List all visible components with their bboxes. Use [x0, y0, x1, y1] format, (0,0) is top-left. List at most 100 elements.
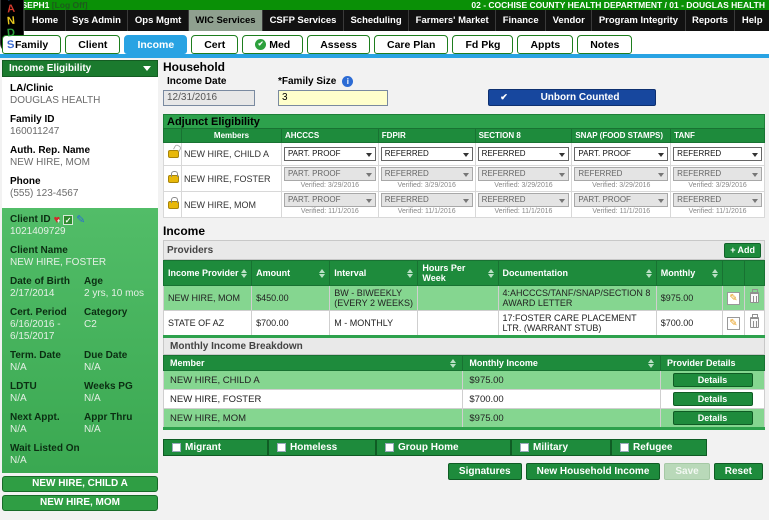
tab-care-plan[interactable]: Care Plan [374, 35, 449, 54]
menu-item-reports[interactable]: Reports [684, 10, 735, 31]
verified-date: Verified: 3/29/2016 [494, 182, 553, 189]
lock-closed-icon[interactable] [168, 170, 179, 183]
lock-open-icon[interactable] [168, 150, 179, 158]
tab-appts[interactable]: Appts [517, 35, 574, 54]
tab-assess[interactable]: Assess [307, 35, 370, 54]
tabbar: Family Client Income Cert ✔ Med Assess C… [0, 31, 769, 54]
medical-alert-icon[interactable]: ♥ + [54, 215, 61, 226]
log-off-link[interactable]: [Log Off] [52, 0, 88, 10]
menu-item-vendor[interactable]: Vendor [545, 10, 591, 31]
verified-check-icon[interactable]: ✓ [63, 215, 74, 225]
provider-interval: M - MONTHLY [329, 310, 419, 337]
checkbox-homeless[interactable]: Homeless [268, 439, 376, 456]
checkbox-icon [385, 443, 394, 452]
due-date-value: N/A [84, 362, 101, 373]
sort-icon[interactable] [645, 268, 652, 278]
col-ahcccs: AHCCCS [280, 128, 379, 143]
menu-item-ops-mgmt[interactable]: Ops Mgmt [127, 10, 187, 31]
provider-amount: $450.00 [251, 285, 331, 311]
checkbox-refugee[interactable]: Refugee [611, 439, 707, 456]
tanf-select[interactable]: REFERRED [673, 147, 762, 161]
household-heading: Household [163, 60, 225, 74]
ahcccs-select[interactable]: PART. PROOF [283, 147, 376, 161]
details-button[interactable]: Details [672, 392, 753, 406]
details-button[interactable]: Details [672, 373, 753, 387]
col-monthly[interactable]: Monthly [661, 268, 696, 278]
appr-thru-label: Appr Thru [84, 412, 133, 423]
checkbox-military[interactable]: Military [511, 439, 611, 456]
breakdown-monthly: $975.00 [462, 408, 662, 429]
reset-button[interactable]: Reset [713, 463, 763, 480]
checkbox-group-home[interactable]: Group Home [376, 439, 511, 456]
member-button-mom[interactable]: NEW HIRE, MOM [2, 495, 158, 511]
unborn-counted-button[interactable]: ✔ Unborn Counted [488, 89, 656, 106]
col-monthly-income[interactable]: Monthly Income [469, 358, 538, 368]
menu-item-finance[interactable]: Finance [495, 10, 545, 31]
auth-rep-label: Auth. Rep. Name [10, 145, 91, 156]
weeks-pg-value: N/A [84, 393, 101, 404]
menu-item-home[interactable]: Home [24, 10, 64, 31]
details-button[interactable]: Details [672, 411, 753, 425]
sort-icon[interactable] [487, 268, 494, 278]
trash-icon[interactable] [749, 288, 759, 303]
menu-item-sys-admin[interactable]: Sys Admin [64, 10, 128, 31]
client-info-panel: Client ID ♥ + ✓ ✎ 1021409729 Client Name … [2, 208, 158, 473]
menu-item-scheduling[interactable]: Scheduling [342, 10, 408, 31]
main-content: Household Income Date *Family Size i ✔ U… [162, 60, 766, 480]
la-clinic-label: LA/Clinic [10, 83, 54, 94]
col-income-provider[interactable]: Income Provider [168, 268, 239, 278]
edit-icon[interactable]: ✎ [726, 316, 740, 330]
sort-icon[interactable] [711, 268, 718, 278]
signatures-button[interactable]: Signatures [447, 463, 522, 480]
agency-location: 02 - COCHISE COUNTY HEALTH DEPARTMENT / … [471, 0, 765, 10]
edit-icon[interactable]: ✎ [726, 291, 740, 305]
trash-icon[interactable] [749, 313, 759, 328]
snap-select[interactable]: PART. PROOF [574, 147, 669, 161]
tab-fd-pkg[interactable]: Fd Pkg [452, 35, 514, 54]
category-value: C2 [84, 319, 97, 330]
col-snap: SNAP (FOOD STAMPS) [571, 128, 672, 143]
client-name-label: Client Name [10, 245, 68, 256]
tab-cert[interactable]: Cert [191, 35, 239, 54]
provider-row: STATE OF AZ $700.00 M - MONTHLY 17:FOSTE… [162, 310, 766, 337]
menu-item-wic-services[interactable]: WIC Services [187, 10, 263, 31]
lock-closed-icon[interactable] [168, 196, 179, 209]
add-provider-button[interactable]: + Add [724, 242, 761, 258]
col-member[interactable]: Member [170, 358, 205, 368]
edit-client-icon[interactable]: ✎ [76, 215, 85, 226]
menu-item-farmers-market[interactable]: Farmers' Market [408, 10, 495, 31]
new-household-income-button[interactable]: New Household Income [525, 463, 661, 480]
sort-icon[interactable] [407, 268, 414, 278]
checkbox-migrant[interactable]: Migrant [163, 439, 268, 456]
section8-select[interactable]: REFERRED [477, 147, 570, 161]
tab-income[interactable]: Income [124, 35, 188, 54]
col-hours[interactable]: Hours Per Week [422, 263, 485, 283]
member-button-child-a[interactable]: NEW HIRE, CHILD A [2, 476, 158, 492]
client-id-label: Client ID [10, 214, 51, 225]
tab-notes[interactable]: Notes [577, 35, 633, 54]
col-interval[interactable]: Interval [334, 268, 366, 278]
menu-item-csfp-services[interactable]: CSFP Services [262, 10, 343, 31]
family-size-field[interactable] [278, 89, 388, 106]
sort-icon[interactable] [241, 268, 248, 278]
menu-item-help[interactable]: Help [734, 10, 769, 31]
col-documentation[interactable]: Documentation [503, 268, 569, 278]
la-clinic-value: DOUGLAS HEALTH [10, 95, 101, 106]
sort-icon[interactable] [450, 358, 457, 368]
ahcccs-select-disabled: PART. PROOF [283, 193, 376, 207]
cert-period-label: Cert. Period [10, 307, 67, 318]
ahcccs-select-disabled: PART. PROOF [283, 167, 376, 181]
tab-med[interactable]: ✔ Med [242, 35, 304, 54]
phone-value: (555) 123-4567 [10, 188, 79, 199]
sidebar-section-dropdown[interactable]: Income Eligibility [2, 60, 158, 77]
fdpir-select[interactable]: REFERRED [380, 147, 473, 161]
sort-icon[interactable] [319, 268, 326, 278]
breakdown-member: NEW HIRE, FOSTER [162, 389, 464, 409]
info-icon[interactable]: i [342, 76, 354, 87]
sort-icon[interactable] [648, 358, 655, 368]
col-amount[interactable]: Amount [256, 268, 290, 278]
tab-client[interactable]: Client [65, 35, 121, 54]
menu-item-program-integrity[interactable]: Program Integrity [591, 10, 684, 31]
family-id-value: 160011247 [10, 126, 60, 137]
family-info-panel: LA/Clinic DOUGLAS HEALTH Family ID 1600112… [2, 77, 158, 208]
